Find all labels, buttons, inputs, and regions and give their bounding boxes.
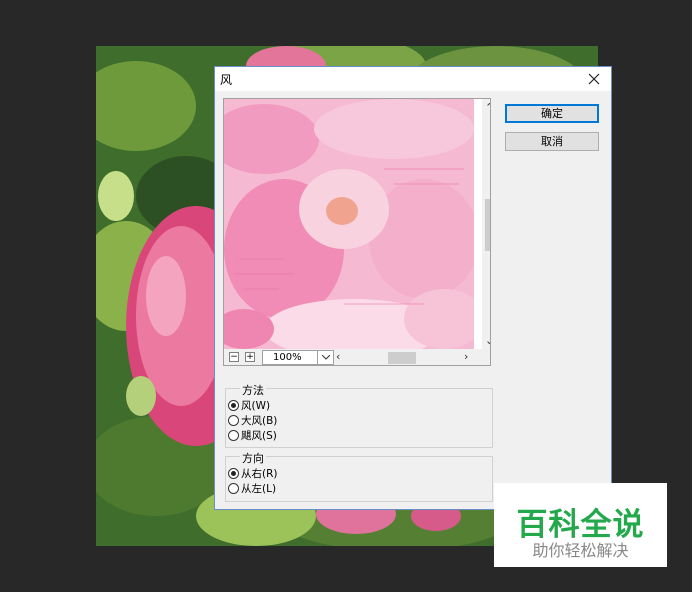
watermark-subtitle: 助你轻松解决	[532, 541, 629, 560]
radio-icon[interactable]	[228, 429, 239, 441]
close-button[interactable]	[583, 69, 605, 89]
zoom-level-value: 100%	[273, 352, 302, 363]
watermark: 百科全说 助你轻松解决	[494, 483, 667, 567]
preview-vertical-scrollbar[interactable]: ⌃ ⌄	[482, 99, 490, 349]
radio-icon[interactable]	[228, 482, 239, 494]
zoom-out-button[interactable]: −	[229, 352, 239, 362]
radio-label: 飓风(S)	[241, 429, 277, 442]
preview-controls: − + 100% ‹ ›	[224, 349, 490, 365]
direction-group: 方向 从右(R) 从左(L)	[225, 450, 493, 502]
radio-direction-right[interactable]: 从右(R)	[228, 466, 278, 480]
radio-label: 从左(L)	[241, 482, 277, 495]
method-group: 方法 风(W) 大风(B) 飓风(S)	[225, 382, 493, 448]
scroll-up-icon[interactable]: ⌃	[485, 102, 490, 113]
zoom-in-button[interactable]: +	[245, 352, 255, 362]
radio-method-wind[interactable]: 风(W)	[228, 398, 270, 412]
vertical-scroll-thumb[interactable]	[485, 199, 490, 251]
zoom-level-select[interactable]: 100%	[262, 350, 334, 365]
ok-button[interactable]: 确定	[505, 104, 599, 123]
radio-icon[interactable]	[228, 399, 239, 411]
direction-group-title: 方向	[240, 450, 266, 466]
dialog-title: 风	[220, 73, 233, 87]
preview-image	[224, 99, 474, 349]
radio-label: 从右(R)	[241, 467, 278, 480]
title-bar[interactable]: 风	[215, 67, 611, 91]
scroll-left-icon[interactable]: ‹	[336, 351, 340, 362]
cancel-button[interactable]: 取消	[505, 132, 599, 151]
radio-method-hurricane[interactable]: 飓风(S)	[228, 428, 277, 442]
radio-direction-left[interactable]: 从左(L)	[228, 481, 276, 495]
radio-label: 风(W)	[241, 399, 271, 412]
preview-area[interactable]: ⌃ ⌄ − + 100% ‹ ›	[223, 98, 491, 366]
radio-method-strong-wind[interactable]: 大风(B)	[228, 413, 277, 427]
radio-icon[interactable]	[228, 467, 239, 479]
chevron-down-icon[interactable]	[317, 351, 333, 364]
method-group-title: 方法	[240, 382, 266, 398]
radio-label: 大风(B)	[241, 414, 278, 427]
close-icon	[588, 73, 600, 85]
radio-icon[interactable]	[228, 414, 239, 426]
scroll-down-icon[interactable]: ⌄	[485, 335, 490, 346]
wind-filter-dialog: 风 − + 100% ‹ › 确定 取消 方法 风(W) 大风(B) 飓风(S)…	[214, 66, 612, 510]
horizontal-scroll-thumb[interactable]	[388, 352, 416, 364]
scroll-right-icon[interactable]: ›	[464, 351, 468, 362]
